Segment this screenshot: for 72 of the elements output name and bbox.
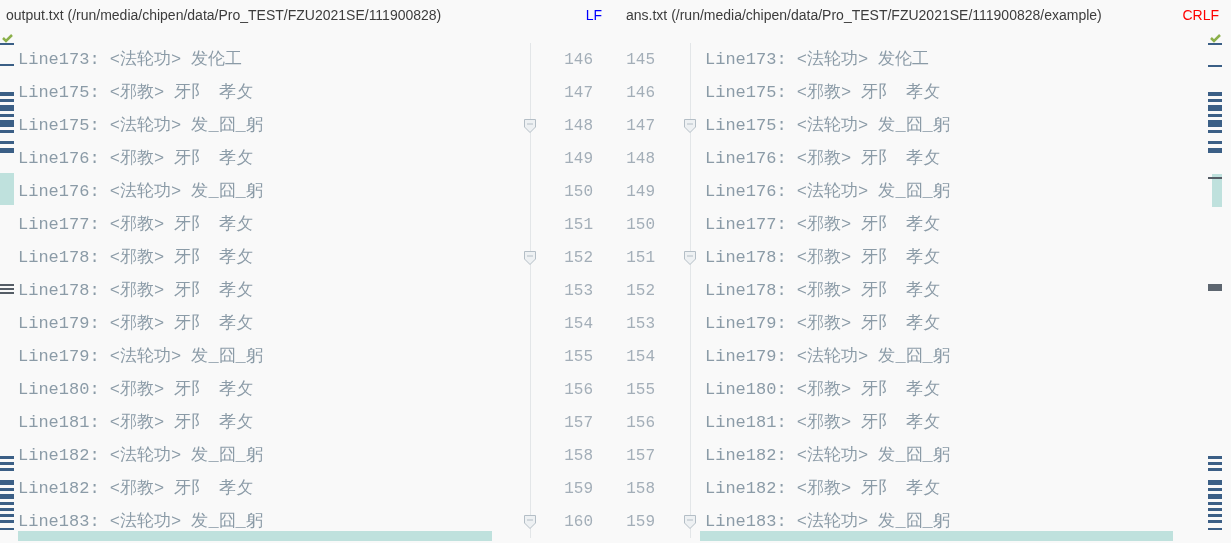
line-number: 158 — [625, 478, 656, 500]
fold-icon[interactable] — [524, 250, 536, 265]
code-line: Line179: <邪教> 牙阝 孝攵 — [18, 312, 254, 335]
line-number: 145 — [625, 49, 656, 71]
code-line: Line178: <邪教> 牙阝 孝攵 — [18, 246, 254, 269]
code-line: Line180: <邪教> 牙阝 孝攵 — [18, 378, 254, 401]
horizontal-scrollbar[interactable] — [18, 531, 492, 541]
line-number: 149 — [563, 148, 594, 170]
code-line: Line175: <邪教> 牙阝 孝攵 — [705, 81, 941, 104]
code-line: Line182: <法轮功> 发_囧_躬 — [705, 444, 951, 467]
code-line: Line176: <法轮功> 发_囧_躬 — [705, 180, 951, 203]
line-number: 157 — [625, 445, 656, 467]
code-line: Line182: <邪教> 牙阝 孝攵 — [18, 477, 254, 500]
code-line: Line179: <法轮功> 发_囧_躬 — [18, 345, 264, 368]
code-line: Line183: <法轮功> 发_囧_躬 — [705, 510, 951, 533]
line-number: 154 — [625, 346, 656, 368]
line-number: 149 — [625, 181, 656, 203]
line-number: 155 — [625, 379, 656, 401]
line-number: 156 — [625, 412, 656, 434]
line-number: 151 — [625, 247, 656, 269]
line-number: 150 — [625, 214, 656, 236]
line-ending-label: LF — [585, 5, 602, 25]
line-number: 160 — [563, 511, 594, 533]
fold-icon[interactable] — [684, 514, 696, 529]
line-number: 153 — [563, 280, 594, 302]
code-line: Line176: <邪教> 牙阝 孝攵 — [705, 147, 941, 170]
code-line: Line181: <邪教> 牙阝 孝攵 — [18, 411, 254, 434]
code-line: Line178: <邪教> 牙阝 孝攵 — [18, 279, 254, 302]
code-line: Line176: <邪教> 牙阝 孝攵 — [18, 147, 254, 170]
line-number: 151 — [563, 214, 594, 236]
line-number: 148 — [563, 115, 594, 137]
code-line: Line178: <邪教> 牙阝 孝攵 — [705, 246, 941, 269]
line-number: 159 — [625, 511, 656, 533]
line-number: 148 — [625, 148, 656, 170]
code-line: Line175: <邪教> 牙阝 孝攵 — [18, 81, 254, 104]
line-ending-label: CRLF — [1182, 5, 1219, 25]
code-line: Line181: <邪教> 牙阝 孝攵 — [705, 411, 941, 434]
file-path-title: output.txt (/run/media/chipen/data/Pro_TEST/FZU2021SE/111900828) — [6, 5, 442, 25]
code-line: Line182: <法轮功> 发_囧_躬 — [18, 444, 264, 467]
code-line: Line175: <法轮功> 发_囧_躬 — [18, 114, 264, 137]
code-line: Line182: <邪教> 牙阝 孝攵 — [705, 477, 941, 500]
code-line: Line173: <法轮功> 发伦工 — [705, 48, 931, 71]
code-line: Line178: <邪教> 牙阝 孝攵 — [705, 279, 941, 302]
code-line: Line180: <邪教> 牙阝 孝攵 — [705, 378, 941, 401]
line-number: 150 — [563, 181, 594, 203]
fold-icon[interactable] — [684, 250, 696, 265]
code-line: Line183: <法轮功> 发_囧_躬 — [18, 510, 264, 533]
code-line: Line179: <邪教> 牙阝 孝攵 — [705, 312, 941, 335]
code-line: Line179: <法轮功> 发_囧_躬 — [705, 345, 951, 368]
code-line: Line175: <法轮功> 发_囧_躬 — [705, 114, 951, 137]
code-line: Line177: <邪教> 牙阝 孝攵 — [705, 213, 941, 236]
line-number: 158 — [563, 445, 594, 467]
line-number: 152 — [563, 247, 594, 269]
line-number: 147 — [625, 115, 656, 137]
code-line: Line177: <邪教> 牙阝 孝攵 — [18, 213, 254, 236]
line-number: 157 — [563, 412, 594, 434]
file-path-title: ans.txt (/run/media/chipen/data/Pro_TEST/FZU2021SE/111900828/example) — [626, 5, 1102, 25]
line-number: 159 — [563, 478, 594, 500]
line-number: 146 — [563, 49, 594, 71]
fold-icon[interactable] — [524, 118, 536, 133]
line-number: 155 — [563, 346, 594, 368]
code-line: Line173: <法轮功> 发伦工 — [18, 48, 244, 71]
line-number: 153 — [625, 313, 656, 335]
fold-icon[interactable] — [684, 118, 696, 133]
code-line: Line176: <法轮功> 发_囧_躬 — [18, 180, 264, 203]
line-number: 154 — [563, 313, 594, 335]
horizontal-scrollbar[interactable] — [700, 531, 1173, 541]
fold-icon[interactable] — [524, 514, 536, 529]
line-number: 152 — [625, 280, 656, 302]
line-number: 147 — [563, 82, 594, 104]
line-number: 146 — [625, 82, 656, 104]
line-number: 156 — [563, 379, 594, 401]
